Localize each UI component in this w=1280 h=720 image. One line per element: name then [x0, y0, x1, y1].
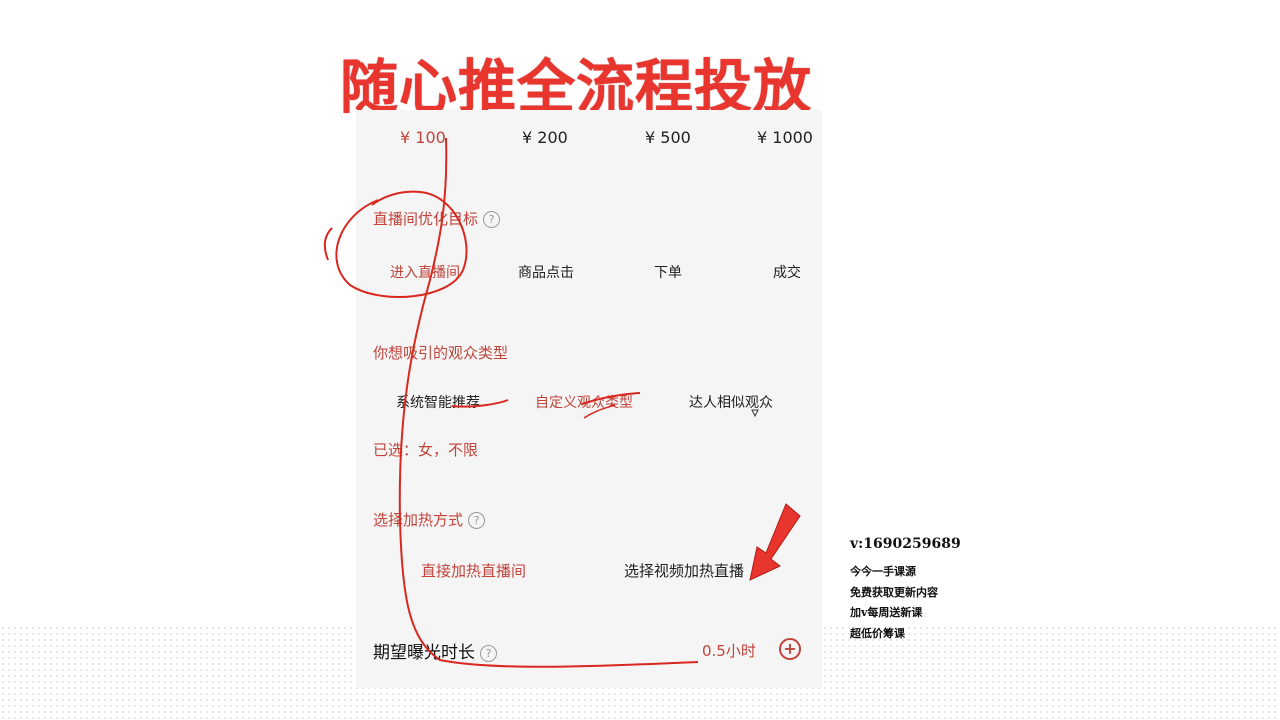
- heat-method-label: 选择加热方式?: [373, 509, 486, 530]
- option-smart-recommend[interactable]: 系统智能推荐: [396, 392, 480, 412]
- option-place-order[interactable]: 下单: [654, 262, 682, 282]
- increase-duration-button[interactable]: +: [779, 638, 801, 660]
- amount-option-200[interactable]: ¥ 200: [522, 128, 568, 147]
- optimization-target-label: 直播间优化目标?: [373, 208, 501, 229]
- selected-audience-text: 已选：女，不限: [373, 441, 479, 459]
- help-icon[interactable]: ?: [483, 211, 501, 228]
- heat-method-text: 选择加热方式: [373, 511, 464, 529]
- option-deal[interactable]: 成交: [773, 262, 801, 282]
- side-note-line: 加v每周送新课: [850, 606, 923, 619]
- contact-text: v:1690259689: [850, 536, 961, 552]
- exposure-duration-text: 期望曝光时长: [373, 643, 475, 663]
- help-icon[interactable]: ?: [480, 645, 497, 662]
- option-product-click[interactable]: 商品点击: [518, 262, 574, 282]
- annotation-hook: [323, 227, 333, 261]
- help-icon[interactable]: ?: [468, 512, 486, 529]
- option-similar-creator-audience[interactable]: 达人相似观众: [689, 392, 773, 412]
- amount-option-1000[interactable]: ¥ 1000: [757, 128, 813, 147]
- option-custom-audience[interactable]: 自定义观众类型: [535, 392, 633, 412]
- amount-option-100[interactable]: ¥ 100: [400, 128, 446, 147]
- option-enter-live-room[interactable]: 进入直播间: [390, 262, 460, 282]
- optimization-target-text: 直播间优化目标: [373, 210, 479, 228]
- side-note-line: 今今一手课源: [850, 565, 916, 578]
- side-note-line: 免费获取更新内容: [850, 586, 938, 599]
- option-direct-heat-live[interactable]: 直接加热直播间: [421, 560, 526, 581]
- option-video-heat-live[interactable]: 选择视频加热直播: [624, 560, 744, 581]
- exposure-duration-row: 期望曝光时长? 0.5小时 +: [356, 628, 822, 670]
- audience-type-label: 你想吸引的观众类型: [373, 344, 509, 362]
- side-note-line: 超低价筹课: [850, 627, 905, 640]
- amount-option-500[interactable]: ¥ 500: [645, 128, 691, 147]
- exposure-duration-value: 0.5小时: [702, 642, 756, 660]
- exposure-duration-label: 期望曝光时长?: [373, 638, 497, 663]
